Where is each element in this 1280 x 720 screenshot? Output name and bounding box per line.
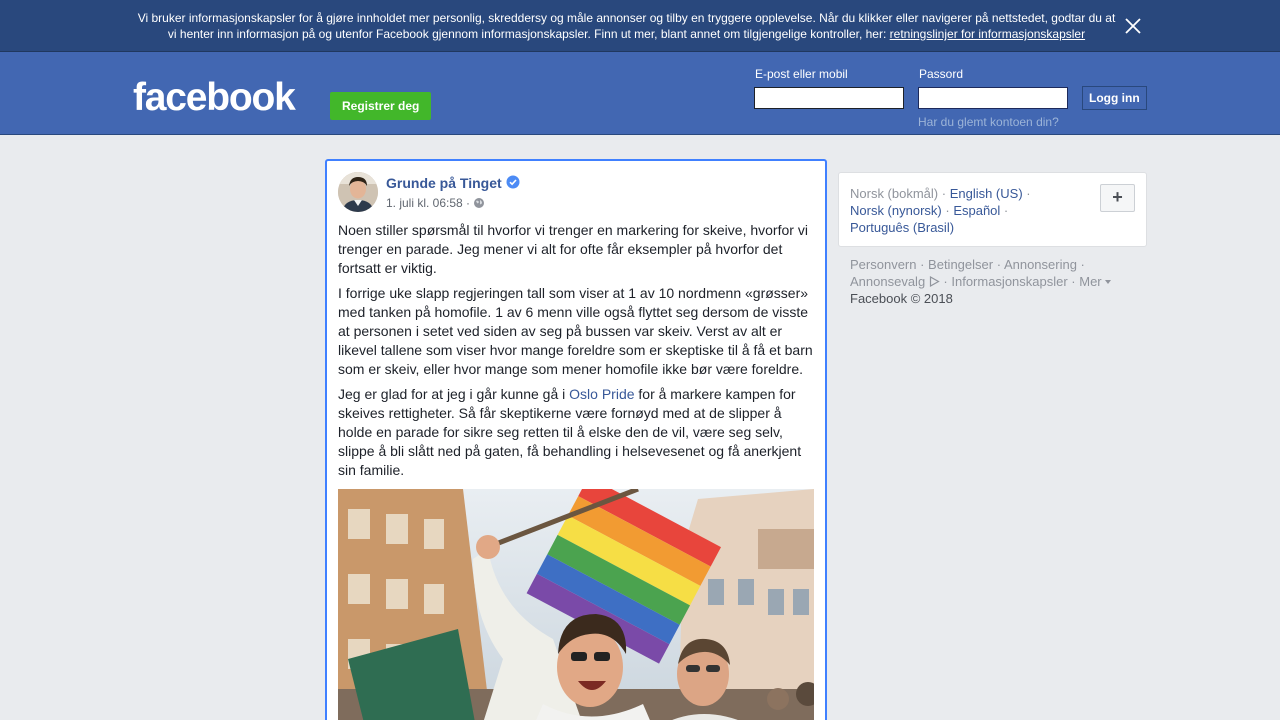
paragraph-3-start: Jeg er glad for at jeg i går kunne gå i <box>338 386 570 402</box>
language-english-us[interactable]: English (US) <box>950 186 1023 201</box>
email-label: E-post eller mobil <box>755 67 848 81</box>
footer-link-mer[interactable]: Mer <box>1079 274 1101 289</box>
cookie-text-line1: Vi bruker informasjonskapsler for å gjør… <box>137 11 1116 25</box>
oslo-pride-link[interactable]: Oslo Pride <box>569 386 634 402</box>
login-button[interactable]: Logg inn <box>1082 86 1147 110</box>
language-row-3: Português (Brasil) <box>850 219 954 236</box>
register-button[interactable]: Registrer deg <box>330 92 432 120</box>
password-label: Passord <box>919 67 964 81</box>
post-card: Grunde på Tinget 1. juli kl. 06:58 · Noe… <box>325 159 827 720</box>
language-row-2: Norsk (nynorsk) · Español · <box>850 203 1009 218</box>
email-field[interactable] <box>754 87 904 109</box>
footer-link-informasjonskapsler[interactable]: Informasjonskapsler <box>951 274 1067 289</box>
avatar[interactable] <box>338 172 378 212</box>
post-paragraph-2: I forrige uke slapp regjeringen tall som… <box>338 285 813 377</box>
facebook-logo[interactable]: facebook <box>133 78 296 118</box>
globe-icon <box>473 197 485 209</box>
footer-link-annonsering[interactable]: Annonsering <box>1004 257 1077 272</box>
cookie-text-line2: vi henter inn informasjon på og utenfor … <box>167 27 890 41</box>
password-field[interactable] <box>918 87 1068 109</box>
caret-down-icon <box>1105 274 1112 289</box>
footer-link-personvern[interactable]: Personvern <box>850 257 916 272</box>
language-portugues-brasil[interactable]: Português (Brasil) <box>850 220 954 235</box>
post-paragraph-3: Jeg er glad for at jeg i går kunne gå i … <box>338 385 816 480</box>
footer-links: Personvern · Betingelser · Annonsering ·… <box>850 256 1130 307</box>
adchoices-icon <box>929 274 940 289</box>
post-author[interactable]: Grunde på Tinget <box>386 175 502 191</box>
current-language: Norsk (bokmål) <box>850 186 939 201</box>
add-language-button[interactable]: + <box>1100 184 1135 212</box>
language-espanol[interactable]: Español <box>953 203 1000 218</box>
cookie-policy-link[interactable]: retningslinjer for informasjonskapsler <box>890 27 1085 41</box>
language-row-1: Norsk (bokmål) · English (US) · <box>850 186 1031 201</box>
language-norsk-nynorsk[interactable]: Norsk (nynorsk) <box>850 203 942 218</box>
post-timestamp[interactable]: 1. juli kl. 06:58 · <box>386 196 470 210</box>
cookie-message: Vi bruker informasjonskapsler for å gjør… <box>130 10 1123 42</box>
post-text: Noen stiller spørsmål til hvorfor vi tre… <box>338 221 816 486</box>
language-selector: Norsk (bokmål) · English (US) · Norsk (n… <box>838 172 1147 247</box>
footer-link-betingelser[interactable]: Betingelser <box>928 257 993 272</box>
post-photo[interactable] <box>338 489 814 720</box>
forgot-account-link[interactable]: Har du glemt kontoen din? <box>918 115 1059 129</box>
close-icon[interactable] <box>1122 15 1144 37</box>
copyright-text: Facebook © 2018 <box>850 291 953 306</box>
cookie-banner: Vi bruker informasjonskapsler for å gjør… <box>0 0 1280 52</box>
verified-badge-icon <box>506 175 520 189</box>
footer-link-annonsevalg[interactable]: Annonsevalg <box>850 274 925 289</box>
top-header: facebook Registrer deg E-post eller mobi… <box>0 52 1280 135</box>
post-paragraph-1: Noen stiller spørsmål til hvorfor vi tre… <box>338 222 808 276</box>
